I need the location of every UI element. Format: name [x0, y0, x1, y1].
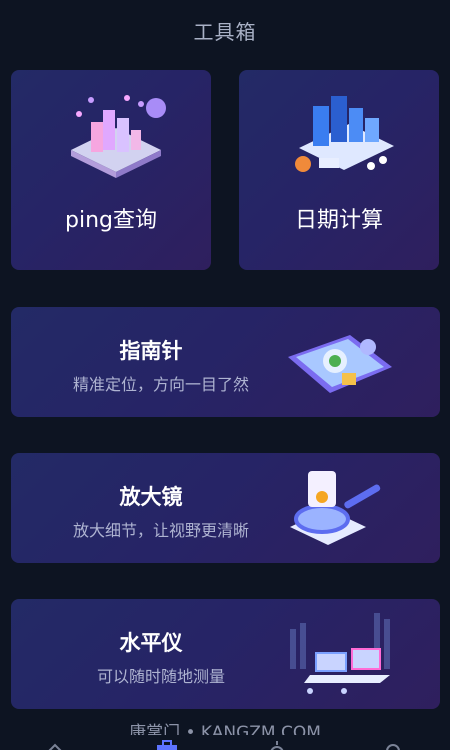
date-calc-label: 日期计算: [294, 208, 383, 233]
level-card[interactable]: 水平仪 可以随时随地测量: [11, 599, 440, 709]
date-calc-card[interactable]: 日期计算: [239, 70, 439, 270]
calendar-data-icon: [295, 96, 394, 172]
home-icon[interactable]: [42, 739, 68, 750]
ping-query-card[interactable]: ping查询: [11, 70, 211, 270]
phone-map-icon: [288, 335, 392, 393]
ping-query-label: ping查询: [65, 208, 157, 233]
magnifier-card[interactable]: 放大镜 放大细节，让视野更清晰: [11, 453, 440, 563]
level-description: 可以随时随地测量: [96, 667, 225, 686]
device-level-icon: [290, 613, 390, 694]
bottom-tab-bar: [0, 735, 450, 750]
compass-title: 指南针: [119, 339, 183, 363]
magnifier-icon: [290, 471, 381, 545]
magnifier-description: 放大细节，让视野更清晰: [72, 521, 249, 540]
magnifier-title: 放大镜: [119, 485, 183, 509]
toolbox-icon[interactable]: [154, 739, 180, 750]
city-network-icon: [71, 95, 166, 178]
discover-icon[interactable]: [264, 739, 290, 750]
compass-card[interactable]: 指南针 精准定位，方向一目了然: [11, 307, 440, 417]
level-title: 水平仪: [119, 631, 183, 655]
compass-description: 精准定位，方向一目了然: [72, 375, 249, 394]
page-title: 工具箱: [193, 20, 257, 44]
profile-icon[interactable]: [380, 739, 406, 750]
